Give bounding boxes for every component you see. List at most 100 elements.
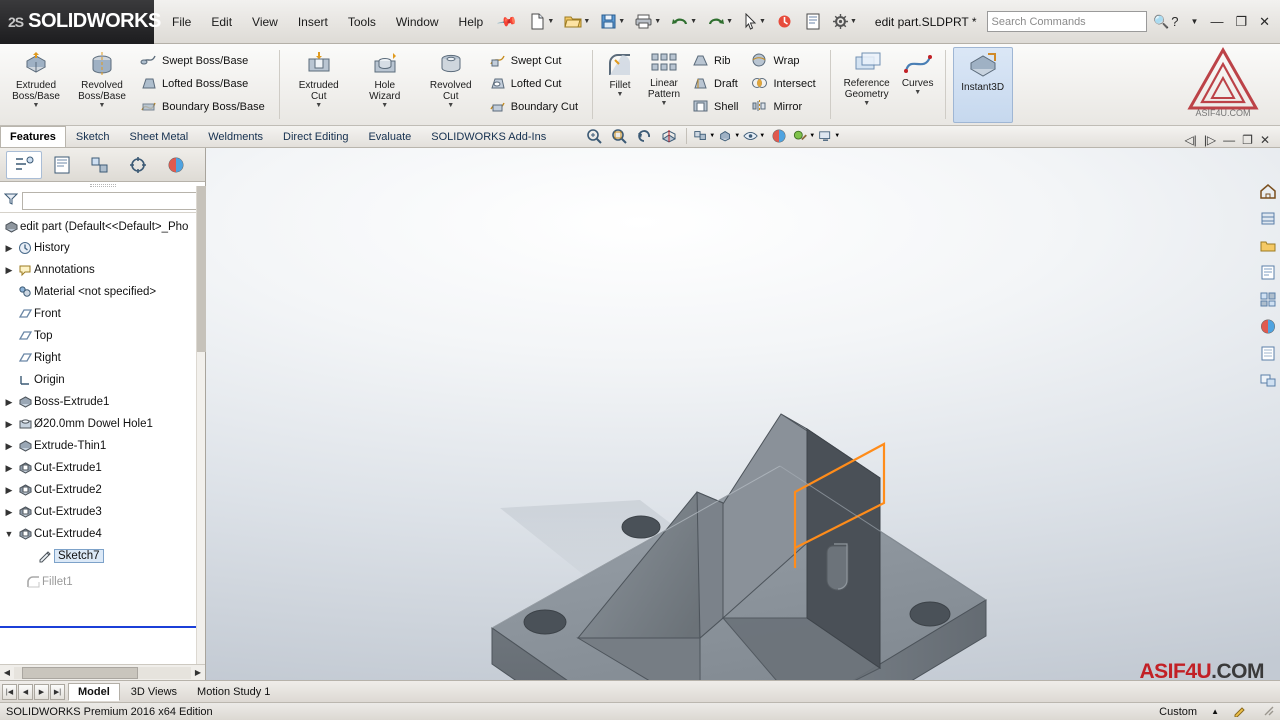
zoom-to-fit-icon[interactable] [582,126,606,147]
open-document-button[interactable]: ▼ [560,7,594,37]
minimize-document-icon[interactable]: — [1223,133,1235,147]
tab-3d-views[interactable]: 3D Views [122,684,186,700]
rollback-bar[interactable] [0,626,204,628]
redo-button[interactable]: ▼ [703,7,737,37]
chevron-down-icon[interactable]: ▼ [1189,17,1201,26]
tree-item-cut-extrude3[interactable]: ▶ Cut-Extrude3 [0,501,205,523]
tab-sheet-metal[interactable]: Sheet Metal [120,126,199,147]
tree-item-history[interactable]: ▶ History [0,237,205,259]
mirror-button[interactable]: Mirror [747,96,822,118]
fillet-button[interactable]: Fillet ▼ [600,47,640,102]
tab-motion-study[interactable]: Motion Study 1 [188,684,279,700]
scroll-left-icon[interactable]: ◀ [0,666,14,680]
curves-button[interactable]: Curves ▼ [898,47,938,100]
tree-item-annotations[interactable]: ▶ Annotations [0,259,205,281]
minimize-icon[interactable]: — [1208,14,1225,29]
apply-scene-icon[interactable]: ▼ [792,126,816,147]
last-tab-icon[interactable]: ▶| [50,684,65,700]
menu-view[interactable]: View [242,11,288,33]
scrollbar-track[interactable] [14,667,191,679]
search-input[interactable]: Search Commands [987,11,1148,32]
tree-item-sketch7[interactable]: Sketch7 [0,545,205,567]
help-button[interactable]: ? [1169,14,1180,29]
configuration-manager-tab[interactable] [82,151,118,179]
design-library-icon[interactable] [1257,234,1279,256]
close-icon[interactable]: ✕ [1257,14,1272,30]
feature-tree[interactable]: edit part (Default<<Default>_Pho ▶ Histo… [0,213,205,664]
panel-resize-handle[interactable] [0,182,205,189]
menu-insert[interactable]: Insert [288,11,338,33]
hole-wizard-button[interactable]: HoleWizard ▼ [353,47,417,113]
tab-direct-editing[interactable]: Direct Editing [273,126,358,147]
chevron-down-icon[interactable]: ▼ [447,103,454,109]
tab-addins[interactable]: SOLIDWORKS Add-Ins [421,126,556,147]
wrap-button[interactable]: Wrap [747,50,822,72]
menu-edit[interactable]: Edit [201,11,242,33]
property-manager-tab[interactable] [44,151,80,179]
previous-tab-icon[interactable]: ◀ [18,684,33,700]
appearances-tab-icon[interactable] [1257,207,1279,229]
custom-properties-icon[interactable] [1257,342,1279,364]
chevron-down-icon[interactable]: ▼ [33,103,40,109]
appearances-scenes-icon[interactable] [1257,315,1279,337]
menu-tools[interactable]: Tools [338,11,386,33]
filter-icon[interactable] [4,192,18,209]
tree-item-origin[interactable]: Origin [0,369,205,391]
feature-manager-tab[interactable] [6,151,42,179]
expand-arrow-icon[interactable]: ▶ [2,485,16,496]
select-button[interactable]: ▼ [739,7,770,37]
first-tab-icon[interactable]: |◀ [2,684,17,700]
view-orientation-icon[interactable]: ▼ [692,126,716,147]
drawing-views-icon[interactable] [1257,369,1279,391]
previous-pane-icon[interactable]: ◁| [1184,133,1196,147]
tree-item-dowel-hole1[interactable]: ▶ Ø20.0mm Dowel Hole1 [0,413,205,435]
draft-button[interactable]: Draft [688,73,745,95]
expand-arrow-icon[interactable]: ▶ [2,265,16,276]
chevron-down-icon[interactable]: ▼ [315,103,322,109]
expand-arrow-icon[interactable]: ▶ [2,397,16,408]
tab-weldments[interactable]: Weldments [198,126,273,147]
next-pane-icon[interactable]: |▷ [1204,133,1216,147]
linear-pattern-button[interactable]: LinearPattern ▼ [642,47,686,111]
scroll-right-icon[interactable]: ▶ [191,666,205,680]
scrollbar-thumb[interactable] [197,186,206,352]
edit-appearance-icon[interactable] [767,126,791,147]
extruded-boss-base-button[interactable]: ExtrudedBoss/Base ▼ [4,47,68,113]
custom-units-label[interactable]: Custom [1159,706,1197,718]
print-document-button[interactable]: ▼ [631,7,665,37]
tree-item-cut-extrude1[interactable]: ▶ Cut-Extrude1 [0,457,205,479]
section-view-icon[interactable] [657,126,681,147]
boundary-boss-base-button[interactable]: Boundary Boss/Base [136,96,272,118]
tree-item-fillet1[interactable]: Fillet1 [0,571,205,593]
file-properties-button[interactable] [800,7,826,37]
zoom-to-area-icon[interactable] [607,126,631,147]
pin-icon[interactable]: 📌 [496,10,518,32]
display-manager-tab[interactable] [158,151,194,179]
rib-button[interactable]: Rib [688,50,745,72]
collapse-arrow-icon[interactable]: ▼ [2,529,16,539]
expand-arrow-icon[interactable]: ▶ [2,243,16,254]
tree-item-cut-extrude2[interactable]: ▶ Cut-Extrude2 [0,479,205,501]
expand-arrow-icon[interactable]: ▶ [2,463,16,474]
reference-geometry-button[interactable]: ReferenceGeometry ▼ [838,47,896,111]
tab-evaluate[interactable]: Evaluate [358,126,421,147]
tab-sketch[interactable]: Sketch [66,126,120,147]
tree-item-cut-extrude4[interactable]: ▼ Cut-Extrude4 [0,523,205,545]
swept-cut-button[interactable]: Swept Cut [485,50,585,72]
restore-document-icon[interactable]: ❐ [1242,133,1253,147]
tab-model[interactable]: Model [68,683,120,701]
scrollbar-thumb[interactable] [22,667,138,679]
menu-window[interactable]: Window [386,11,449,33]
revolved-cut-button[interactable]: RevolvedCut ▼ [419,47,483,113]
view-settings-icon[interactable]: ▼ [817,126,841,147]
expand-arrow-icon[interactable]: ▶ [2,441,16,452]
tree-item-front-plane[interactable]: Front [0,303,205,325]
new-document-button[interactable]: ▼ [525,7,558,37]
chevron-down-icon[interactable]: ▼ [99,103,106,109]
hide-show-items-icon[interactable]: ▼ [742,126,766,147]
chevron-down-icon[interactable]: ▼ [617,92,624,98]
tree-item-material[interactable]: Material <not specified> [0,281,205,303]
tree-filter-input[interactable] [22,192,201,210]
display-style-icon[interactable]: ▼ [717,126,741,147]
tab-features[interactable]: Features [0,126,66,147]
